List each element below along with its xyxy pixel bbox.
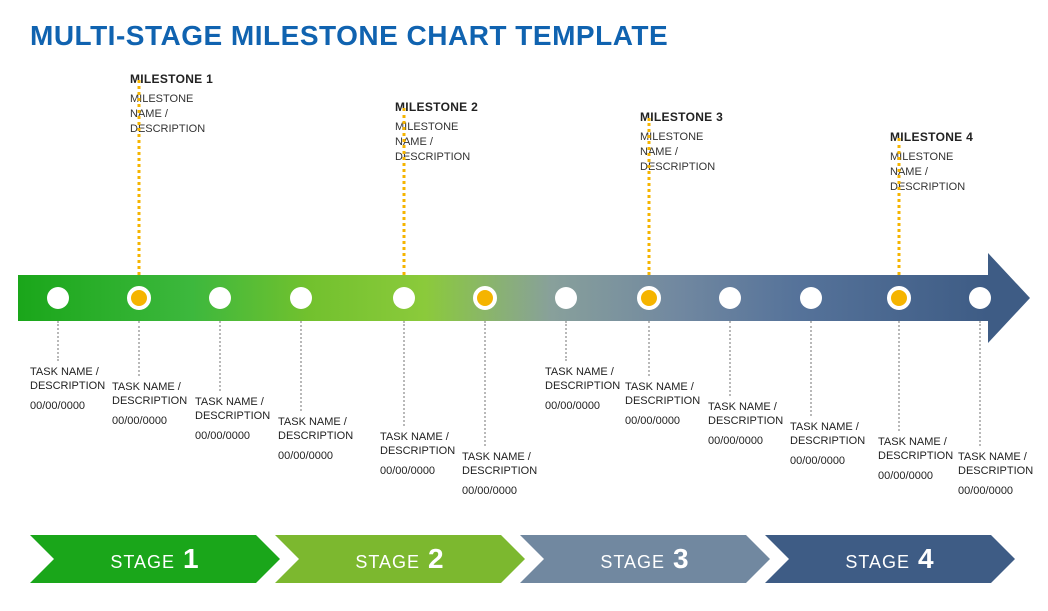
milestone-label-1: MILESTONE 1 MILESTONE NAME / DESCRIPTION bbox=[130, 72, 280, 137]
stage-2-word: STAGE bbox=[355, 552, 420, 573]
timeline-bar bbox=[18, 275, 988, 321]
milestone-label-2: MILESTONE 2 MILESTONE NAME / DESCRIPTION bbox=[395, 100, 545, 165]
milestone-3-name: MILESTONE 3 bbox=[640, 110, 790, 124]
milestone-3-desc: MILESTONE NAME / DESCRIPTION bbox=[640, 130, 730, 175]
timeline bbox=[18, 275, 1028, 321]
task-12-date: 00/00/0000 bbox=[958, 485, 1038, 497]
timeline-dot-7 bbox=[555, 287, 577, 309]
timeline-dot-6-milestone bbox=[473, 286, 497, 310]
milestone-connector-4 bbox=[898, 138, 901, 275]
task-connector-12 bbox=[979, 321, 981, 446]
timeline-dot-9 bbox=[719, 287, 741, 309]
page-title: MULTI-STAGE MILESTONE CHART TEMPLATE bbox=[30, 20, 668, 52]
task-connector-6 bbox=[484, 321, 486, 446]
milestone-1-desc: MILESTONE NAME / DESCRIPTION bbox=[130, 92, 220, 137]
stage-1-word: STAGE bbox=[110, 552, 175, 573]
milestone-2-name: MILESTONE 2 bbox=[395, 100, 545, 114]
stage-2: STAGE 2 bbox=[275, 535, 525, 583]
stage-3-num: 3 bbox=[673, 543, 690, 575]
task-connector-5 bbox=[403, 321, 405, 426]
timeline-dot-11-milestone bbox=[887, 286, 911, 310]
stage-row: STAGE 1 STAGE 2 STAGE 3 STAGE 4 bbox=[30, 535, 1015, 583]
task-label-12: TASK NAME / DESCRIPTION 00/00/0000 bbox=[958, 450, 1038, 497]
timeline-dot-1 bbox=[47, 287, 69, 309]
stage-4-word: STAGE bbox=[845, 552, 910, 573]
stage-1-num: 1 bbox=[183, 543, 200, 575]
timeline-dot-2-milestone bbox=[127, 286, 151, 310]
timeline-arrowhead-icon bbox=[988, 253, 1030, 343]
milestone-label-4: MILESTONE 4 MILESTONE NAME / DESCRIPTION bbox=[890, 130, 1040, 195]
timeline-dot-12 bbox=[969, 287, 991, 309]
task-connector-7 bbox=[565, 321, 567, 361]
milestone-connector-1 bbox=[138, 80, 141, 275]
stage-4-num: 4 bbox=[918, 543, 935, 575]
timeline-dot-8-milestone bbox=[637, 286, 661, 310]
task-connector-11 bbox=[898, 321, 900, 431]
timeline-dot-4 bbox=[290, 287, 312, 309]
task-6-name: TASK NAME / DESCRIPTION bbox=[462, 450, 572, 479]
task-label-6: TASK NAME / DESCRIPTION 00/00/0000 bbox=[462, 450, 572, 497]
task-4-date: 00/00/0000 bbox=[278, 450, 388, 462]
milestone-connector-2 bbox=[403, 108, 406, 275]
timeline-dot-3 bbox=[209, 287, 231, 309]
milestone-4-name: MILESTONE 4 bbox=[890, 130, 1040, 144]
milestone-connector-3 bbox=[648, 118, 651, 275]
task-connector-1 bbox=[57, 321, 59, 361]
task-label-4: TASK NAME / DESCRIPTION 00/00/0000 bbox=[278, 415, 388, 462]
milestone-1-name: MILESTONE 1 bbox=[130, 72, 280, 86]
stage-1: STAGE 1 bbox=[30, 535, 280, 583]
task-12-name: TASK NAME / DESCRIPTION bbox=[958, 450, 1038, 479]
stage-2-num: 2 bbox=[428, 543, 445, 575]
stage-3: STAGE 3 bbox=[520, 535, 770, 583]
task-4-name: TASK NAME / DESCRIPTION bbox=[278, 415, 388, 444]
stage-3-word: STAGE bbox=[600, 552, 665, 573]
milestone-2-desc: MILESTONE NAME / DESCRIPTION bbox=[395, 120, 485, 165]
milestone-label-3: MILESTONE 3 MILESTONE NAME / DESCRIPTION bbox=[640, 110, 790, 175]
timeline-dot-10 bbox=[800, 287, 822, 309]
milestone-4-desc: MILESTONE NAME / DESCRIPTION bbox=[890, 150, 980, 195]
task-6-date: 00/00/0000 bbox=[462, 485, 572, 497]
timeline-dot-5 bbox=[393, 287, 415, 309]
stage-4: STAGE 4 bbox=[765, 535, 1015, 583]
